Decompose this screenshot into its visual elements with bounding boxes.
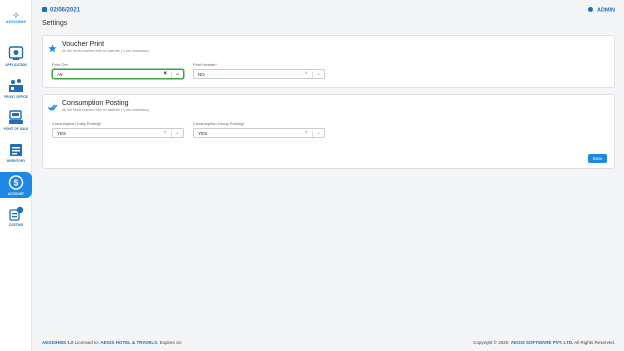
company-name: AEGIS SOFTWARE PVT. LTD.: [510, 340, 574, 345]
inventory-icon: [10, 144, 22, 156]
select-separator: [171, 131, 172, 137]
consumption-group-posting-label: Consumption Group Posting*: [193, 121, 245, 126]
product-version: AEGISHMS 1.0: [42, 340, 74, 345]
select-value: YES: [198, 131, 208, 137]
brand-logo[interactable]: ⟡ AEGISHMS: [0, 10, 32, 24]
clear-icon[interactable]: ×: [304, 71, 308, 78]
select-value: A5: [57, 72, 63, 78]
point-of-sale-icon: [9, 110, 23, 124]
select-separator: [312, 72, 313, 78]
svg-text:$: $: [14, 179, 19, 188]
sidebar-item-front-office[interactable]: FRONT OFFICE: [0, 78, 32, 108]
double-check-icon: [48, 104, 57, 111]
application-icon: [8, 46, 24, 60]
top-bar: 02/06/2021 ADMIN: [32, 0, 624, 20]
clear-icon[interactable]: ×: [163, 130, 167, 137]
save-button[interactable]: Save: [588, 154, 607, 163]
select-separator: [312, 131, 313, 137]
user-menu[interactable]: ADMIN: [587, 7, 615, 14]
chevron-down-icon[interactable]: ⌄: [175, 71, 180, 78]
calendar-icon: [42, 7, 47, 12]
license-info: AEGISHMS 1.0 Licensed to: AEGIS HOTEL & …: [42, 340, 183, 345]
select-value: YES: [57, 131, 67, 137]
section-title: Voucher Print: [62, 41, 105, 48]
select-separator: [171, 72, 172, 78]
account-icon: $: [8, 175, 24, 190]
print-on-label: Print On*: [52, 62, 69, 67]
star-icon: [48, 44, 57, 53]
section-title: Consumption Posting: [62, 100, 129, 107]
sidebar-item-costing[interactable]: COSTING: [0, 206, 32, 236]
sidebar-item-account[interactable]: $ ACCOUNT: [0, 172, 32, 198]
select-value: NO: [198, 72, 205, 78]
print-header-label: Print Header*: [193, 62, 218, 67]
consumption-posting-card: Consumption Posting All the fields marke…: [42, 94, 615, 169]
front-office-icon: [9, 79, 23, 92]
clear-icon[interactable]: ×: [163, 71, 167, 78]
sidebar-item-inventory[interactable]: INVENTORY: [0, 142, 32, 172]
sidebar-item-application[interactable]: APPLICATION: [0, 46, 32, 76]
voucher-print-card: Voucher Print All the fields marked with…: [42, 35, 615, 88]
chevron-down-icon[interactable]: ⌄: [316, 130, 321, 137]
sidebar-item-label: ACCOUNT: [8, 192, 24, 196]
sidebar-item-label: APPLICATION: [5, 63, 27, 67]
section-subtitle: All the fields marked with an asterisk (…: [62, 49, 150, 53]
sidebar-item-label: COSTING: [8, 223, 24, 227]
print-on-select[interactable]: A5 × ⌄: [52, 69, 184, 79]
licensee-name: AEGIS HOTEL & TRAVELS: [100, 340, 158, 345]
sidebar-item-label: FRONT OFFICE: [4, 95, 28, 99]
sidebar-item-point-of-sale[interactable]: POINT OF SALE: [0, 110, 32, 140]
current-date: 02/06/2021: [42, 7, 80, 14]
consumption-daily-posting-label: Consumption Daily Posting*: [52, 121, 102, 126]
user-icon: [587, 7, 593, 12]
sidebar-item-label: POINT OF SALE: [3, 127, 29, 131]
print-header-select[interactable]: NO × ⌄: [193, 69, 325, 79]
section-subtitle: All the fields marked with an asterisk (…: [62, 108, 150, 112]
brand-name: AEGISHMS: [5, 20, 27, 24]
sidebar: ⟡ AEGISHMS APPLICATION FRONT OFFICE POIN…: [0, 0, 32, 351]
consumption-daily-posting-select[interactable]: YES × ⌄: [52, 128, 184, 138]
logo-icon: ⟡: [13, 10, 19, 20]
clear-icon[interactable]: ×: [304, 130, 308, 137]
chevron-down-icon[interactable]: ⌄: [316, 71, 321, 78]
copyright: Copyright © 2020. AEGIS SOFTWARE PVT. LT…: [473, 340, 615, 345]
page-title: Settings: [42, 20, 68, 27]
chevron-down-icon[interactable]: ⌄: [175, 130, 180, 137]
sidebar-item-label: INVENTORY: [6, 159, 26, 163]
footer: AEGISHMS 1.0 Licensed to: AEGIS HOTEL & …: [32, 338, 624, 348]
costing-icon: [9, 206, 24, 221]
consumption-group-posting-select[interactable]: YES × ⌄: [193, 128, 325, 138]
